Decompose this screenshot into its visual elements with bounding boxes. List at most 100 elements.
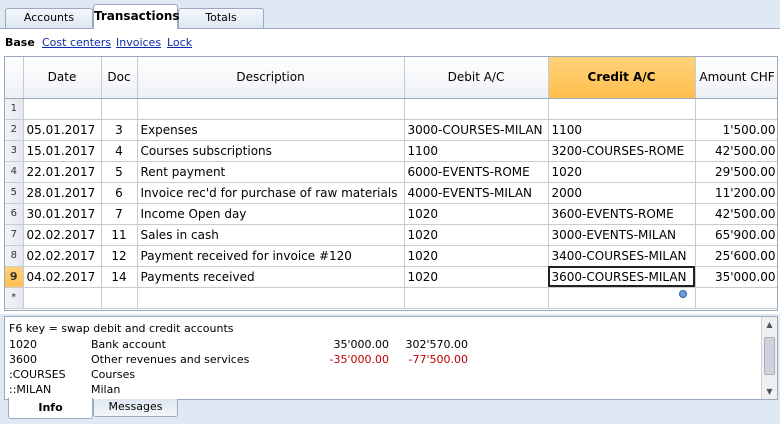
scroll-down-arrow-icon[interactable]: ▼ — [762, 384, 777, 399]
cell-doc[interactable]: 7 — [101, 203, 138, 225]
tab-messages[interactable]: Messages — [93, 399, 178, 417]
cell-credit[interactable]: 1100 — [548, 119, 696, 141]
row-number[interactable]: 1 — [5, 98, 24, 120]
cell-credit-selected[interactable]: 3600-COURSES-MILAN — [548, 266, 696, 288]
view-invoices[interactable]: Invoices — [116, 36, 161, 49]
cell-amount[interactable]: 42'500.00 — [695, 203, 777, 225]
cell-date[interactable]: 04.02.2017 — [23, 266, 102, 288]
cell-doc[interactable]: 6 — [101, 182, 138, 204]
row-number[interactable]: 5 — [5, 182, 24, 204]
cell-debit[interactable]: 1100 — [404, 140, 549, 162]
cell-date[interactable]: 30.01.2017 — [23, 203, 102, 225]
tab-totals[interactable]: Totals — [178, 8, 264, 28]
scroll-thumb[interactable] — [764, 337, 775, 375]
cell-doc[interactable]: 14 — [101, 266, 138, 288]
cell-debit[interactable] — [404, 98, 549, 120]
cell-date[interactable] — [23, 287, 102, 309]
cell-credit[interactable]: 1020 — [548, 161, 696, 183]
column-header-description[interactable]: Description — [137, 57, 405, 99]
cell-doc[interactable]: 12 — [101, 245, 138, 267]
row-number[interactable]: 8 — [5, 245, 24, 267]
tab-accounts[interactable]: Accounts — [5, 8, 93, 28]
cell-debit[interactable]: 1020 — [404, 203, 549, 225]
cell-doc[interactable] — [101, 287, 138, 309]
column-header-date[interactable]: Date — [23, 57, 102, 99]
cell-credit[interactable]: 3000-EVENTS-MILAN — [548, 224, 696, 246]
cell-debit[interactable]: 6000-EVENTS-ROME — [404, 161, 549, 183]
cell-debit[interactable]: 4000-EVENTS-MILAN — [404, 182, 549, 204]
table-row-new[interactable]: * — [5, 287, 777, 309]
cell-credit[interactable]: 2000 — [548, 182, 696, 204]
column-header-debit[interactable]: Debit A/C — [404, 57, 549, 99]
cell-amount[interactable]: 35'000.00 — [695, 266, 777, 288]
cell-debit[interactable]: 1020 — [404, 224, 549, 246]
row-number[interactable]: 3 — [5, 140, 24, 162]
cell-date[interactable]: 28.01.2017 — [23, 182, 102, 204]
cell-description[interactable] — [137, 287, 405, 309]
column-header-amount[interactable]: Amount CHF — [695, 57, 777, 99]
row-number[interactable]: 2 — [5, 119, 24, 141]
cell-date[interactable] — [23, 98, 102, 120]
cell-doc[interactable]: 11 — [101, 224, 138, 246]
cell-description[interactable]: Invoice rec'd for purchase of raw materi… — [137, 182, 405, 204]
table-row[interactable]: 5 28.01.2017 6 Invoice rec'd for purchas… — [5, 182, 777, 204]
column-header-doc[interactable]: Doc — [101, 57, 138, 99]
cell-date[interactable]: 15.01.2017 — [23, 140, 102, 162]
cell-credit[interactable]: 3200-COURSES-ROME — [548, 140, 696, 162]
cell-date[interactable]: 22.01.2017 — [23, 161, 102, 183]
cell-description[interactable]: Rent payment — [137, 161, 405, 183]
cell-doc[interactable]: 3 — [101, 119, 138, 141]
cell-doc[interactable]: 4 — [101, 140, 138, 162]
cell-description[interactable]: Income Open day — [137, 203, 405, 225]
row-number[interactable]: 4 — [5, 161, 24, 183]
view-lock[interactable]: Lock — [167, 36, 192, 49]
cell-description[interactable]: Expenses — [137, 119, 405, 141]
row-number[interactable]: 9 — [5, 266, 24, 288]
cell-debit[interactable]: 1020 — [404, 266, 549, 288]
cell-date[interactable]: 02.02.2017 — [23, 245, 102, 267]
view-base[interactable]: Base — [5, 36, 35, 49]
cell-date[interactable]: 05.01.2017 — [23, 119, 102, 141]
column-header-credit[interactable]: Credit A/C — [548, 57, 696, 99]
cell-debit[interactable]: 1020 — [404, 245, 549, 267]
cell-amount[interactable]: 1'500.00 — [695, 119, 777, 141]
cell-credit[interactable]: 3600-EVENTS-ROME — [548, 203, 696, 225]
view-cost-centers[interactable]: Cost centers — [42, 36, 111, 49]
cell-doc[interactable]: 5 — [101, 161, 138, 183]
cell-description[interactable]: Payment received for invoice #120 — [137, 245, 405, 267]
cell-amount[interactable]: 11'200.00 — [695, 182, 777, 204]
cell-description[interactable]: Payments received — [137, 266, 405, 288]
table-row[interactable]: 1 — [5, 98, 777, 120]
table-row[interactable]: 8 02.02.2017 12 Payment received for inv… — [5, 245, 777, 267]
cell-credit[interactable] — [548, 287, 696, 309]
cell-description[interactable]: Courses subscriptions — [137, 140, 405, 162]
cell-description[interactable] — [137, 98, 405, 120]
cell-amount[interactable]: 29'500.00 — [695, 161, 777, 183]
tab-transactions[interactable]: Transactions — [93, 4, 180, 29]
table-row-active[interactable]: 9 04.02.2017 14 Payments received 1020 3… — [5, 266, 777, 288]
cell-description[interactable]: Sales in cash — [137, 224, 405, 246]
row-number[interactable]: 7 — [5, 224, 24, 246]
info-scrollbar[interactable]: ▲ ▼ — [761, 317, 777, 399]
table-row[interactable]: 2 05.01.2017 3 Expenses 3000-COURSES-MIL… — [5, 119, 777, 141]
cell-date[interactable]: 02.02.2017 — [23, 224, 102, 246]
table-row[interactable]: 6 30.01.2017 7 Income Open day 1020 3600… — [5, 203, 777, 225]
row-number[interactable]: 6 — [5, 203, 24, 225]
table-row[interactable]: 7 02.02.2017 11 Sales in cash 1020 3000-… — [5, 224, 777, 246]
scroll-up-arrow-icon[interactable]: ▲ — [762, 317, 777, 332]
cell-amount[interactable]: 65'900.00 — [695, 224, 777, 246]
table-row[interactable]: 3 15.01.2017 4 Courses subscriptions 110… — [5, 140, 777, 162]
cell-amount[interactable] — [695, 98, 777, 120]
cell-amount[interactable]: 42'500.00 — [695, 140, 777, 162]
row-number[interactable]: * — [5, 287, 24, 309]
cell-amount[interactable]: 25'600.00 — [695, 245, 777, 267]
cell-debit[interactable]: 3000-COURSES-MILAN — [404, 119, 549, 141]
cell-amount[interactable] — [695, 287, 777, 309]
table-row[interactable]: 4 22.01.2017 5 Rent payment 6000-EVENTS-… — [5, 161, 777, 183]
tab-info[interactable]: Info — [8, 398, 93, 419]
corner-header[interactable] — [5, 57, 24, 99]
cell-debit[interactable] — [404, 287, 549, 309]
cell-credit[interactable]: 3400-COURSES-MILAN — [548, 245, 696, 267]
cell-doc[interactable] — [101, 98, 138, 120]
cell-credit[interactable] — [548, 98, 696, 120]
